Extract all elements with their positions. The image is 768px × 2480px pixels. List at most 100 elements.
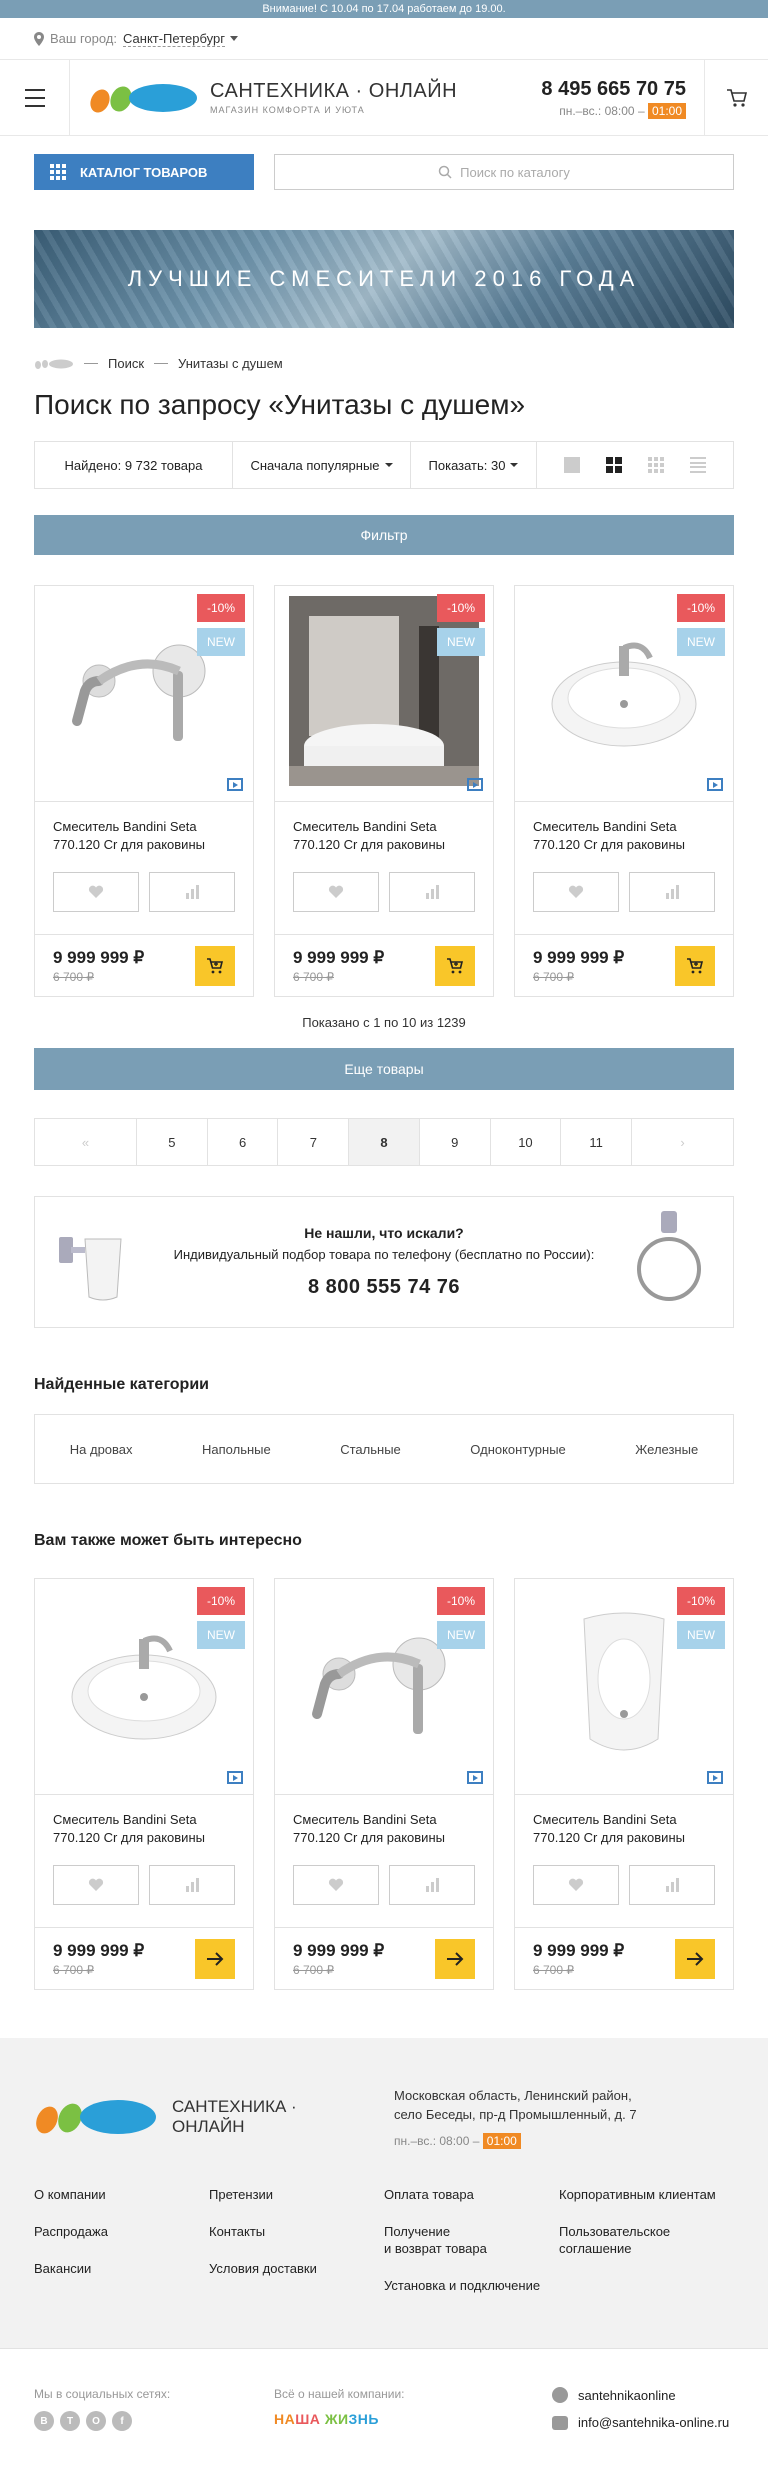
pager-page[interactable]: 8 (349, 1119, 420, 1165)
home-logo-icon[interactable] (34, 359, 74, 369)
page-size-dropdown[interactable]: Показать: 30 (411, 442, 537, 488)
footer-link[interactable]: Оплата товара (384, 2186, 559, 2203)
view-grid-icon[interactable] (606, 457, 622, 473)
pager-page[interactable]: 5 (137, 1119, 208, 1165)
product-image[interactable]: -10% NEW (275, 586, 493, 802)
product-name[interactable]: Смеситель Bandini Seta 770.120 Cr для ра… (515, 802, 733, 868)
video-icon[interactable] (707, 1771, 723, 1784)
menu-button[interactable] (0, 60, 70, 135)
video-icon[interactable] (227, 778, 243, 791)
product-image[interactable]: -10% NEW (35, 586, 253, 802)
footer-link[interactable]: Распродажа (34, 2223, 209, 2240)
product-name[interactable]: Смеситель Bandini Seta 770.120 Cr для ра… (515, 1795, 733, 1861)
product-card[interactable]: -10% NEW Смеситель Bandini Seta 770.120 … (34, 585, 254, 997)
footer-link[interactable]: Пользовательское соглашение (559, 2223, 734, 2257)
product-name[interactable]: Смеситель Bandini Seta 770.120 Cr для ра… (35, 802, 253, 868)
footer-link[interactable]: О компании (34, 2186, 209, 2203)
footer-link[interactable]: Корпоративным клиентам (559, 2186, 734, 2203)
site-logo[interactable]: САНТЕХНИКА · ОНЛАЙН МАГАЗИН КОМФОРТА И У… (70, 60, 524, 135)
add-to-cart-button[interactable] (675, 1938, 715, 1979)
brand-link[interactable]: НАША ЖИЗНЬ (274, 2411, 514, 2427)
social-icon[interactable]: Т (60, 2411, 80, 2431)
cart-button[interactable] (704, 60, 768, 135)
category-link[interactable]: Напольные (202, 1442, 271, 1457)
favorite-button[interactable] (53, 872, 139, 912)
footer-link[interactable]: Претензии (209, 2186, 384, 2203)
footer-link[interactable]: Контакты (209, 2223, 384, 2240)
video-icon[interactable] (707, 778, 723, 791)
product-image[interactable]: -10% NEW (35, 1579, 253, 1795)
category-link[interactable]: На дровах (70, 1442, 133, 1457)
compare-button[interactable] (389, 872, 475, 912)
add-to-cart-button[interactable] (435, 945, 475, 986)
footer-logo[interactable]: САНТЕХНИКА · ОНЛАЙН (34, 2086, 394, 2148)
footer-link[interactable]: Вакансии (34, 2260, 209, 2277)
help-phone[interactable]: 8 800 555 74 76 (137, 1276, 631, 1299)
social-icon[interactable]: f (112, 2411, 132, 2431)
breadcrumb-search[interactable]: Поиск (108, 356, 144, 371)
compare-button[interactable] (629, 1865, 715, 1905)
footer-link[interactable]: Установка и подключение (384, 2277, 559, 2294)
add-to-cart-button[interactable] (195, 1938, 235, 1979)
search-input[interactable]: Поиск по каталогу (274, 154, 734, 190)
favorite-button[interactable] (533, 1865, 619, 1905)
favorite-button[interactable] (533, 872, 619, 912)
compare-button[interactable] (629, 872, 715, 912)
favorite-button[interactable] (53, 1865, 139, 1905)
hours-tag: 01:00 (647, 102, 686, 119)
product-image[interactable]: -10% NEW (275, 1579, 493, 1795)
add-to-cart-button[interactable] (435, 1938, 475, 1979)
product-image[interactable]: -10% NEW (515, 586, 733, 802)
product-name[interactable]: Смеситель Bandini Seta 770.120 Cr для ра… (35, 1795, 253, 1861)
social-icon[interactable]: О (86, 2411, 106, 2431)
video-icon[interactable] (227, 1771, 243, 1784)
heart-icon (88, 885, 104, 898)
pager-page[interactable]: 6 (208, 1119, 279, 1165)
compare-icon (186, 1878, 199, 1892)
city-value[interactable]: Санкт-Петербург (123, 31, 225, 47)
product-image[interactable]: -10% NEW (515, 1579, 733, 1795)
add-to-cart-button[interactable] (675, 945, 715, 986)
product-card[interactable]: -10% NEW Смеситель Bandini Seta 770.120 … (274, 585, 494, 997)
pager-page[interactable]: 11 (561, 1119, 632, 1165)
category-link[interactable]: Железные (635, 1442, 698, 1457)
pager-page[interactable]: 9 (420, 1119, 491, 1165)
pager-prev-button[interactable]: « (35, 1119, 138, 1165)
video-icon[interactable] (467, 778, 483, 791)
product-card[interactable]: -10% NEW Смеситель Bandini Seta 770.120 … (274, 1578, 494, 1990)
site-header: САНТЕХНИКА · ОНЛАЙН МАГАЗИН КОМФОРТА И У… (0, 60, 768, 136)
product-name[interactable]: Смеситель Bandini Seta 770.120 Cr для ра… (275, 1795, 493, 1861)
product-card[interactable]: -10% NEW Смеситель Bandini Seta 770.120 … (34, 1578, 254, 1990)
product-name[interactable]: Смеситель Bandini Seta 770.120 Cr для ра… (275, 802, 493, 868)
view-list-icon[interactable] (690, 457, 706, 473)
city-selector[interactable]: Ваш город: Санкт-Петербург (0, 18, 768, 60)
skype-contact[interactable]: santehnikaonline (552, 2387, 729, 2403)
more-products-button[interactable]: Еще товары (34, 1048, 734, 1090)
add-to-cart-button[interactable] (195, 945, 235, 986)
favorite-button[interactable] (293, 872, 379, 912)
product-badges: -10% NEW (437, 594, 485, 656)
social-icon[interactable]: В (34, 2411, 54, 2431)
compare-button[interactable] (149, 1865, 235, 1905)
sort-dropdown[interactable]: Сначала популярные (233, 442, 411, 488)
filter-button[interactable]: Фильтр (34, 515, 734, 555)
pager-next-button[interactable]: › (632, 1119, 733, 1165)
view-large-icon[interactable] (564, 457, 580, 473)
pager-page[interactable]: 7 (278, 1119, 350, 1165)
compare-button[interactable] (149, 872, 235, 912)
pager-page[interactable]: 10 (491, 1119, 562, 1165)
footer-link[interactable]: Получение и возврат товара (384, 2223, 559, 2257)
email-contact[interactable]: info@santehnika-online.ru (552, 2415, 729, 2430)
promo-banner[interactable]: ЛУЧШИЕ СМЕСИТЕЛИ 2016 ГОДА (34, 230, 734, 328)
catalog-button[interactable]: КАТАЛОГ ТОВАРОВ (34, 154, 254, 190)
header-phone[interactable]: 8 495 665 70 75 (524, 78, 686, 101)
product-card[interactable]: -10% NEW Смеситель Bandini Seta 770.120 … (514, 1578, 734, 1990)
footer-link[interactable]: Условия доставки (209, 2260, 384, 2277)
category-link[interactable]: Одноконтурные (470, 1442, 566, 1457)
compare-button[interactable] (389, 1865, 475, 1905)
product-card[interactable]: -10% NEW Смеситель Bandini Seta 770.120 … (514, 585, 734, 997)
favorite-button[interactable] (293, 1865, 379, 1905)
video-icon[interactable] (467, 1771, 483, 1784)
category-link[interactable]: Стальные (340, 1442, 401, 1457)
view-small-grid-icon[interactable] (648, 457, 664, 473)
